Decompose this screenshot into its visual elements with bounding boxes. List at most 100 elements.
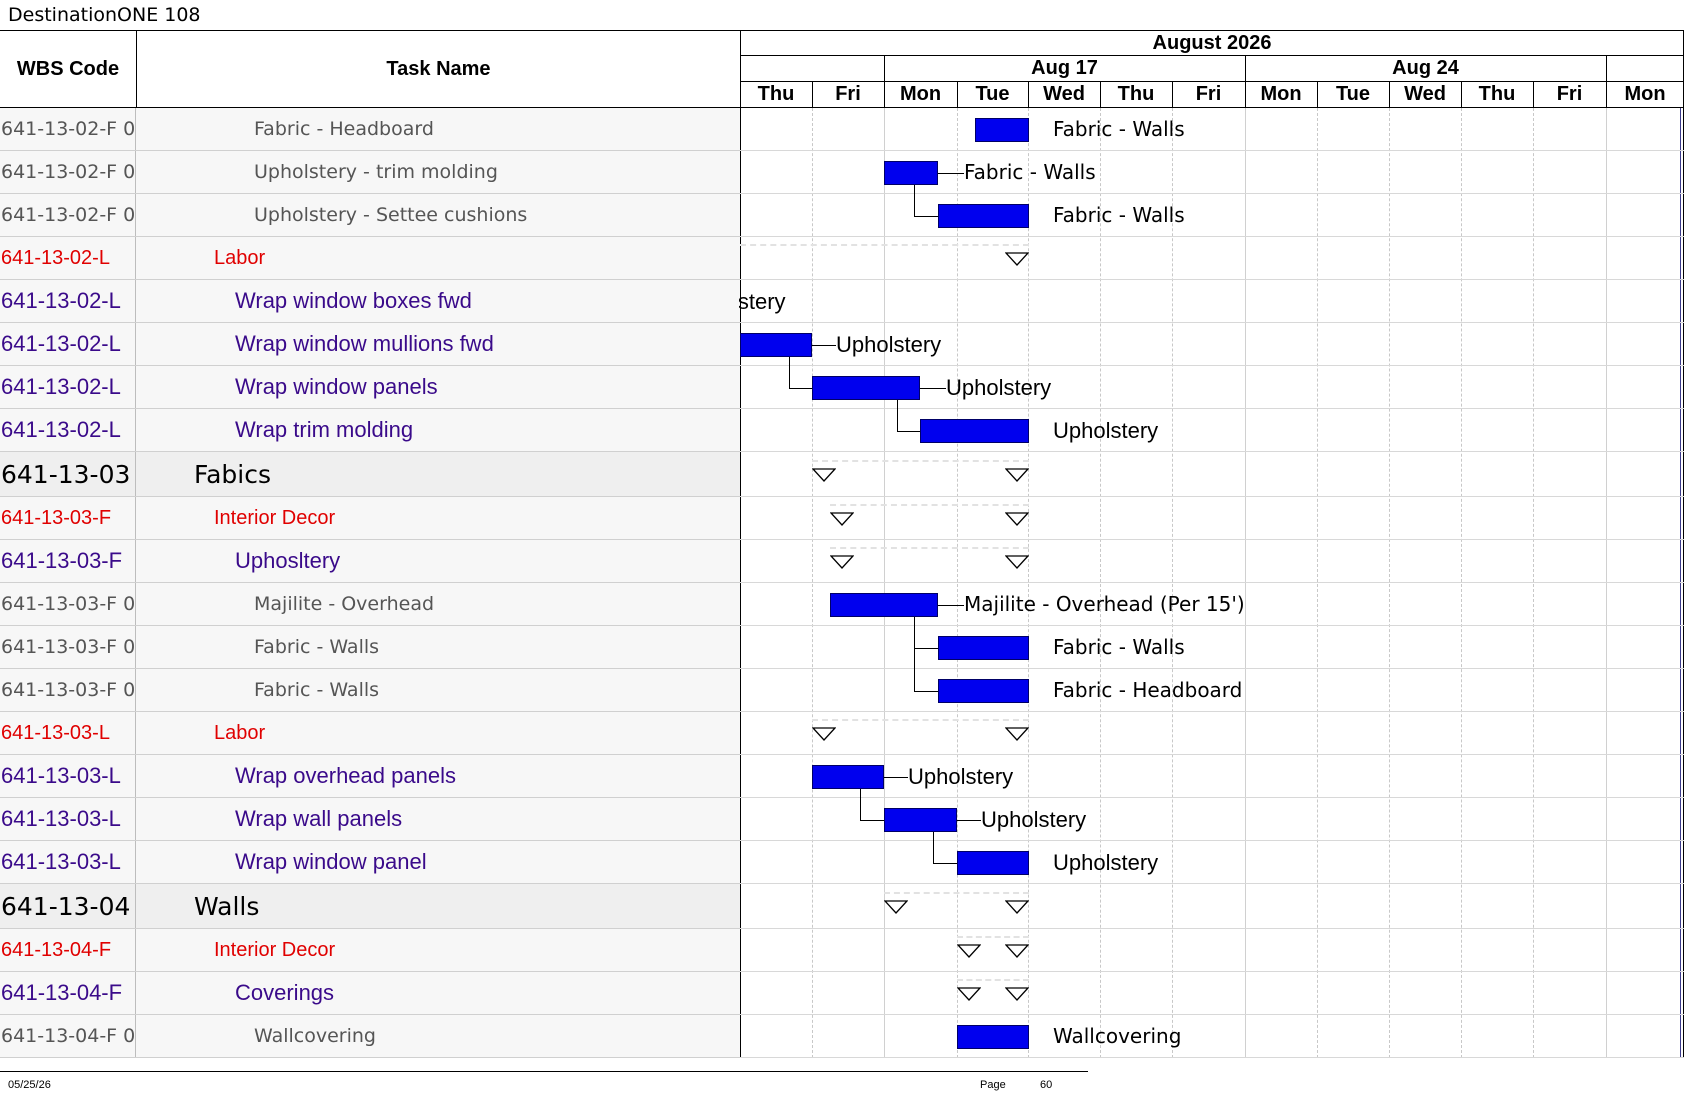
row-gridline bbox=[740, 840, 1684, 841]
row-gridline bbox=[740, 451, 1684, 452]
table-row[interactable]: 641-13-04-F 0 Wallcovering bbox=[0, 1015, 740, 1058]
table-row[interactable]: 641-13-02-L Wrap window mullions fwd bbox=[0, 323, 740, 366]
wbs-code: 641-13-02-F 0 bbox=[0, 108, 136, 150]
day-header-divider bbox=[1028, 81, 1029, 107]
week-divider bbox=[740, 81, 1684, 82]
task-name: Wrap overhead panels bbox=[235, 763, 456, 788]
wbs-code: 641-13-03 bbox=[0, 452, 136, 496]
task-bar[interactable] bbox=[884, 807, 957, 832]
wbs-code: 641-13-03-F 0 bbox=[0, 669, 136, 711]
day-header-divider bbox=[1606, 81, 1607, 107]
table-row[interactable]: 641-13-02-F 0 Fabric - Headboard bbox=[0, 108, 740, 151]
table-row[interactable]: 641-13-03-F Interior Decor bbox=[0, 497, 740, 540]
table-row[interactable]: 641-13-02-L Wrap trim molding bbox=[0, 409, 740, 452]
task-bar[interactable] bbox=[975, 117, 1029, 142]
wbs-code: 641-13-03-F bbox=[0, 497, 136, 539]
day-gridline bbox=[1172, 108, 1173, 1058]
row-gridline bbox=[740, 668, 1684, 669]
task-bar[interactable] bbox=[740, 332, 812, 357]
bar-label-leader bbox=[884, 776, 908, 778]
wbs-code: 641-13-04-F bbox=[0, 929, 136, 971]
dependency-connector bbox=[789, 356, 812, 389]
row-gridline bbox=[740, 236, 1684, 237]
table-row[interactable]: 641-13-03-L Labor bbox=[0, 712, 740, 755]
task-bar[interactable] bbox=[812, 375, 920, 400]
wbs-code: 641-13-02-L bbox=[0, 237, 136, 279]
table-row[interactable]: 641-13-03-F Uphosltery bbox=[0, 540, 740, 583]
wbs-code: 641-13-03-F 0 bbox=[0, 583, 136, 625]
table-row[interactable]: 641-13-02-F 0 Upholstery - Settee cushion… bbox=[0, 194, 740, 237]
task-bar[interactable] bbox=[830, 592, 938, 617]
bar-label: Upholstery bbox=[1053, 417, 1159, 443]
task-bar[interactable] bbox=[938, 203, 1029, 228]
month-divider bbox=[740, 55, 1684, 56]
bar-label: Fabric - Walls bbox=[1053, 634, 1185, 659]
table-chart-divider bbox=[740, 31, 741, 1058]
footer-page-label: Page bbox=[980, 1079, 1006, 1091]
wbs-code: 641-13-02-F 0 bbox=[0, 194, 136, 236]
wbs-code: 641-13-02-F 0 bbox=[0, 151, 136, 193]
table-row[interactable]: 641-13-04-F Coverings bbox=[0, 972, 740, 1015]
task-bar[interactable] bbox=[957, 850, 1029, 875]
bar-label: Wallcovering bbox=[1053, 1023, 1182, 1048]
day-header: Thu bbox=[1478, 82, 1516, 105]
table-row[interactable]: 641-13-02-F 0 Upholstery - trim molding bbox=[0, 151, 740, 194]
day-header-divider bbox=[1172, 81, 1173, 107]
table-row[interactable]: 641-13-02-L Labor bbox=[0, 237, 740, 280]
wbs-code: 641-13-03-F bbox=[0, 540, 136, 582]
day-gridline bbox=[1389, 108, 1390, 1058]
task-bar[interactable] bbox=[938, 678, 1029, 703]
dependency-connector bbox=[860, 788, 884, 821]
bar-label: Fabric - Headboard bbox=[1053, 677, 1243, 702]
row-gridline bbox=[740, 322, 1684, 323]
day-header: Mon bbox=[1624, 82, 1666, 105]
table-row[interactable]: 641-13-02-L Wrap window boxes fwd bbox=[0, 280, 740, 323]
task-name: Wallcovering bbox=[254, 1025, 376, 1047]
table-row[interactable]: 641-13-02-L Wrap window panels bbox=[0, 366, 740, 409]
task-bar[interactable] bbox=[957, 1024, 1029, 1049]
table-row[interactable]: 641-13-03 Fabics bbox=[0, 452, 740, 497]
summary-span bbox=[884, 891, 1029, 894]
row-gridline bbox=[740, 928, 1684, 929]
table-row[interactable]: 641-13-03-F 0 Fabric - Walls bbox=[0, 669, 740, 712]
day-header: Fri bbox=[1556, 82, 1583, 105]
day-gridline bbox=[1533, 108, 1534, 1058]
day-header-divider bbox=[1317, 81, 1318, 107]
day-header: Fri bbox=[835, 82, 861, 105]
table-row[interactable]: 641-13-03-L Wrap overhead panels bbox=[0, 755, 740, 798]
week-gridline bbox=[1245, 108, 1246, 1058]
table-row[interactable]: 641-13-03-F 0 Majilite - Overhead bbox=[0, 583, 740, 626]
bar-label-leader bbox=[938, 172, 964, 174]
task-bar[interactable] bbox=[812, 764, 884, 789]
task-name: Uphosltery bbox=[235, 548, 341, 573]
wbs-code: 641-13-03-F 0 bbox=[0, 626, 136, 668]
table-row[interactable]: 641-13-04-F Interior Decor bbox=[0, 929, 740, 972]
task-name: Wrap wall panels bbox=[235, 806, 403, 831]
week-header: Aug 17 bbox=[1031, 56, 1098, 79]
task-name: Wrap window mullions fwd bbox=[235, 331, 494, 356]
day-header-divider bbox=[1245, 81, 1246, 107]
task-name: Interior Decor bbox=[214, 506, 336, 529]
task-name-column-header[interactable]: Task Name bbox=[137, 31, 740, 107]
wbs-column-header[interactable]: WBS Code bbox=[0, 31, 136, 107]
table-row[interactable]: 641-13-03-L Wrap window panel bbox=[0, 841, 740, 884]
dependency-connector bbox=[933, 831, 957, 864]
table-row[interactable]: 641-13-04 Walls bbox=[0, 884, 740, 929]
wbs-code: 641-13-02-L bbox=[0, 280, 136, 322]
summary-span bbox=[812, 459, 1029, 462]
day-header: Thu bbox=[757, 82, 795, 105]
bar-label: Upholstery bbox=[836, 331, 942, 357]
day-header-divider bbox=[812, 81, 813, 107]
wbs-code: 641-13-02-L bbox=[0, 323, 136, 365]
task-bar[interactable] bbox=[938, 635, 1029, 660]
week-header-divider bbox=[1606, 55, 1607, 81]
table-row[interactable]: 641-13-03-L Wrap wall panels bbox=[0, 798, 740, 841]
table-row[interactable]: 641-13-03-F 0 Fabric - Walls bbox=[0, 626, 740, 669]
task-bar[interactable] bbox=[884, 160, 938, 185]
task-name: Labor bbox=[214, 721, 266, 744]
month-header: August 2026 bbox=[1152, 31, 1272, 54]
task-name: Coverings bbox=[235, 980, 335, 1005]
row-gridline bbox=[740, 711, 1684, 712]
week-header-divider bbox=[1245, 55, 1246, 81]
task-bar[interactable] bbox=[920, 418, 1029, 443]
